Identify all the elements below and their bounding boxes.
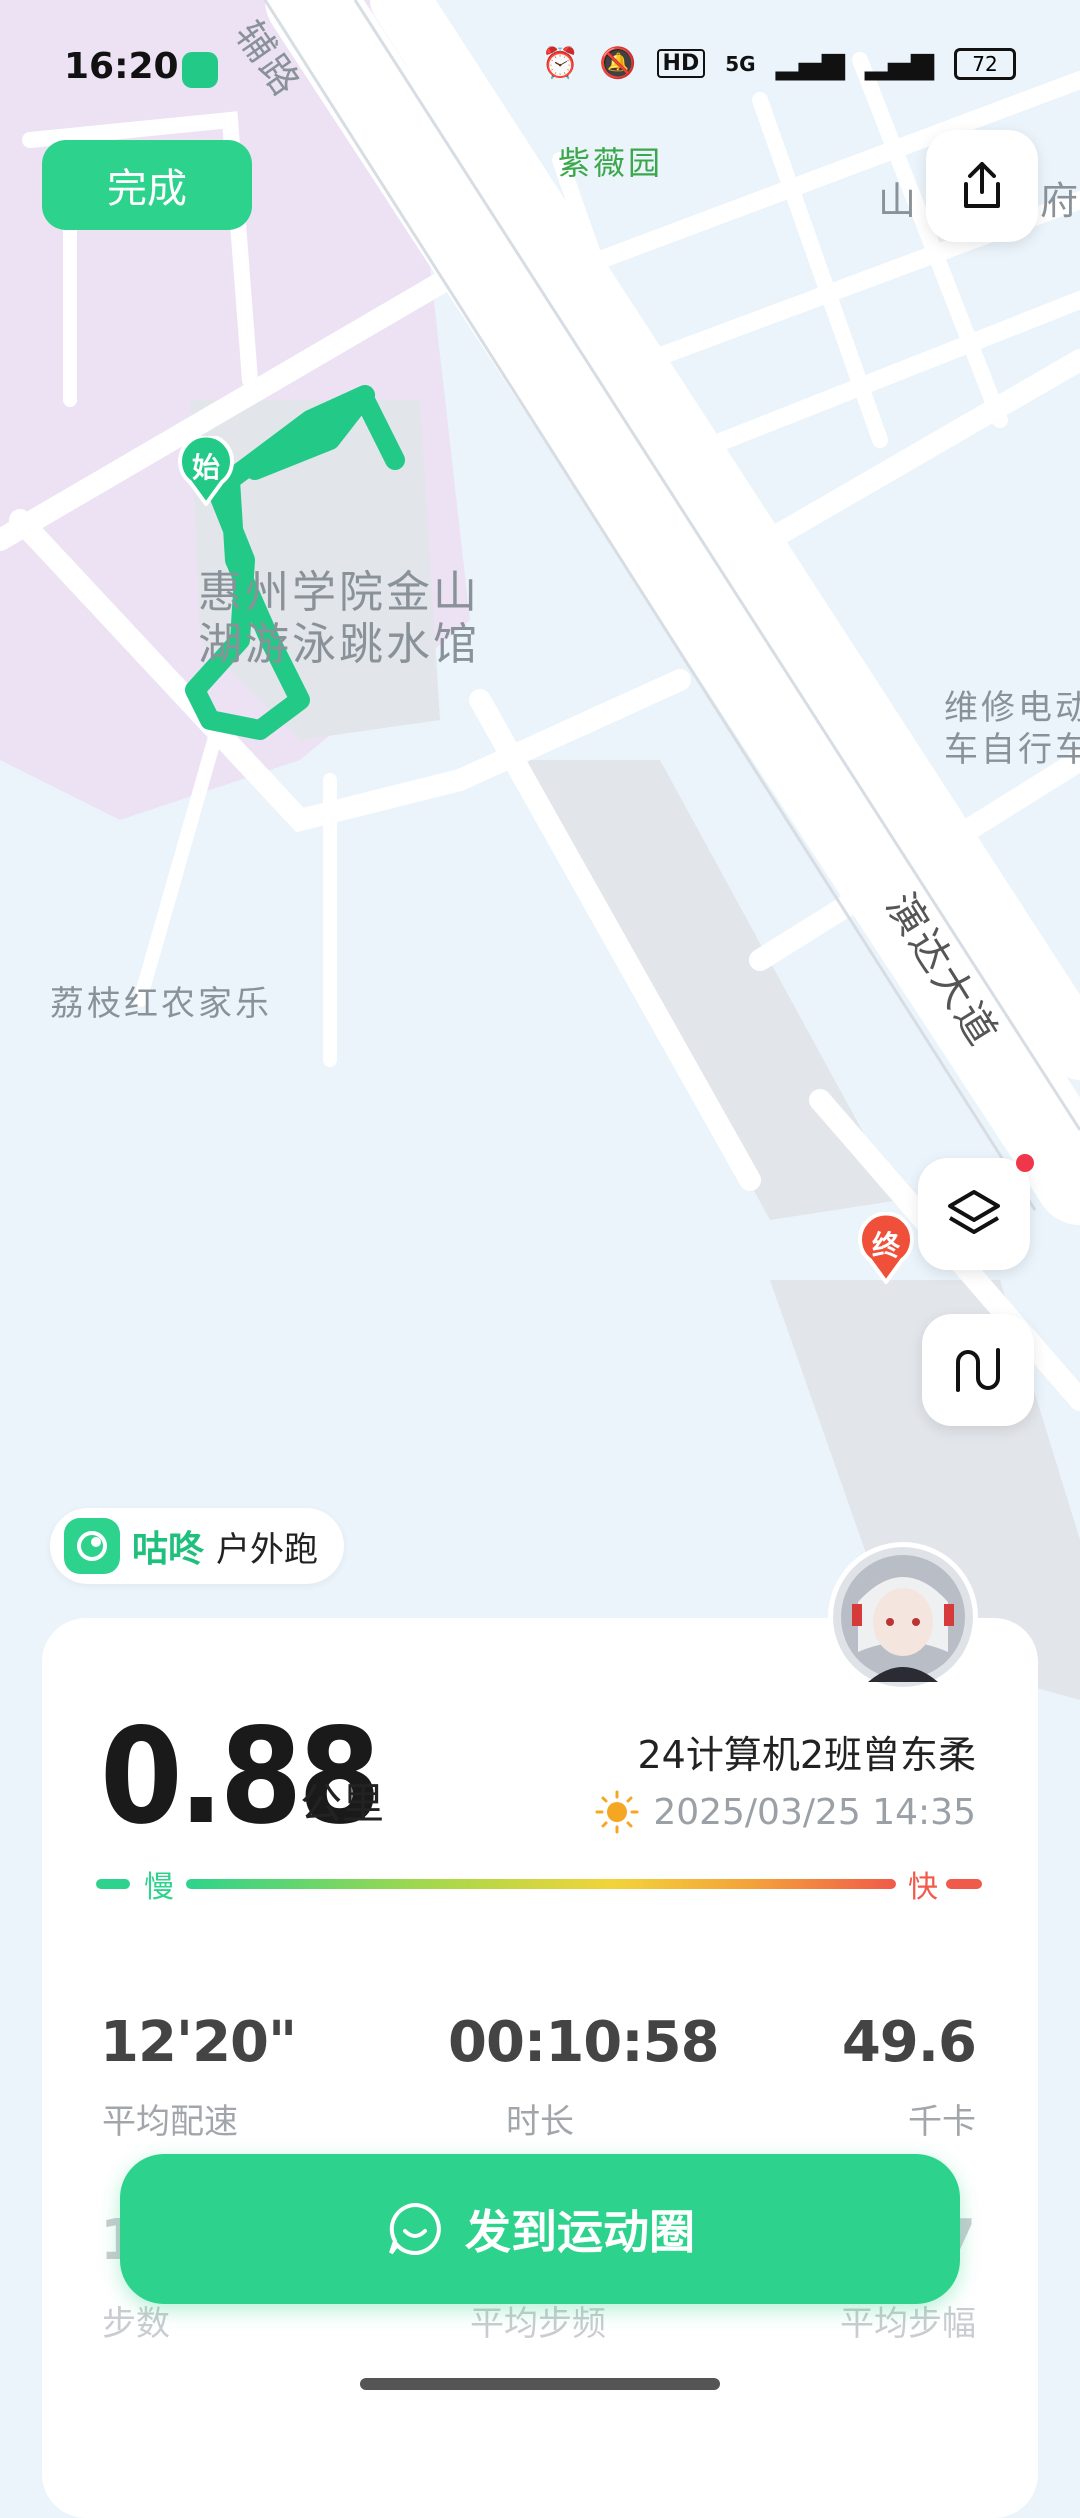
map-label-fu: 府 [1040,179,1080,223]
end-marker: 终 [856,1211,916,1286]
map-label-ziweiyuan: 紫薇园 [558,144,664,182]
notification-dot [1016,1154,1034,1172]
distance-unit: 公里 [300,1779,385,1828]
status-icons: ⏰ 🔕 HD 5G ▂▄▆ ▂▄▆ 72 [542,46,1016,81]
hd-icon: HD [656,49,706,78]
battery-icon: 72 [954,47,1016,80]
map-label-venue-2: 湖游泳跳水馆 [198,619,480,670]
start-marker: 始 [176,433,236,508]
calories-label: 千卡 [908,2102,976,2142]
calories-value: 49.6 [841,2010,977,2075]
signal-icon-2: ▂▄▆ [864,46,934,81]
share-icon [964,162,1000,208]
map-label-shan: 山 [878,179,920,223]
datetime-text: 2025/03/25 14:35 [653,1791,976,1833]
duration-value: 00:10:58 [448,2010,720,2075]
avg-pace-value: 12'20" [100,2010,297,2075]
brand-name: 咕咚 [132,1529,205,1570]
map-layers-button[interactable] [918,1154,1034,1270]
share-button[interactable] [926,130,1038,242]
post-to-feed-button[interactable]: 发到运动圈 [120,2154,960,2304]
start-marker-label: 始 [191,451,220,484]
pace-slow-label: 慢 [144,1870,174,1905]
sun-icon [595,1790,639,1834]
codoon-logo-icon [64,1518,120,1574]
network-label: 5G [725,51,756,76]
chat-bubble-icon [389,2202,441,2255]
duration-label: 时长 [506,2102,574,2142]
status-time: 16:20 [64,46,179,87]
activity-type: 户外跑 [216,1529,319,1570]
activity-datetime: 2025/03/25 14:35 [595,1790,976,1834]
post-to-feed-label: 发到运动圈 [465,2205,695,2259]
map-label-weixiu-2: 车自行车 [944,730,1080,770]
avatar-image [833,1547,973,1687]
home-indicator[interactable] [360,2378,720,2390]
user-avatar[interactable] [828,1542,978,1692]
app-notification-icon [182,52,218,88]
alarm-icon: ⏰ [541,46,580,81]
pace-fast-label: 快 [908,1870,938,1905]
done-button[interactable]: 完成 [42,140,252,230]
route-curve-icon [956,1348,1000,1392]
mute-icon: 🔕 [599,46,637,81]
status-bar: 16:20 ⏰ 🔕 HD 5G ▂▄▆ ▂▄▆ 72 [0,0,1080,140]
track-toggle-button[interactable] [922,1314,1034,1426]
pace-gradient-bar: 慢 快 [96,1862,984,1905]
map-label-lizhi: 荔枝红农家乐 [50,984,272,1024]
brand-chip: 咕咚 户外跑 [50,1508,345,1584]
signal-icon: ▂▄▆ [775,46,845,81]
avg-pace-label: 平均配速 [102,2102,238,2142]
layers-icon [948,1190,1000,1234]
end-marker-label: 终 [871,1229,900,1262]
user-name: 24计算机2班曾东柔 [637,1733,976,1777]
